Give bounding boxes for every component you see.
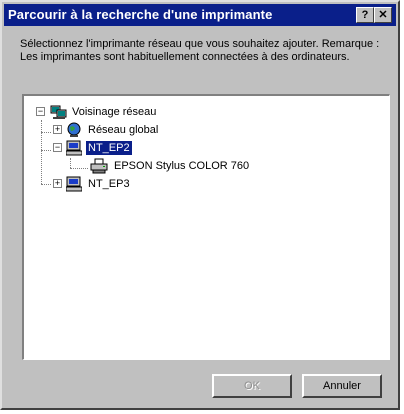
tree-connector	[41, 120, 42, 184]
tree-node-label: NT_EP3	[88, 178, 130, 190]
cancel-button[interactable]: Annuler	[302, 374, 382, 398]
network-neighborhood-icon	[50, 105, 67, 119]
tree-connector	[41, 150, 51, 151]
printer-tree[interactable]: − Voisinage réseau + Réseau global − NT_…	[22, 94, 390, 360]
tree-connector	[70, 168, 88, 169]
ok-button[interactable]: OK	[212, 374, 292, 398]
expand-toggle[interactable]: +	[53, 125, 62, 134]
computer-icon	[66, 140, 82, 156]
tree-node-label: Voisinage réseau	[72, 106, 157, 118]
close-button[interactable]: ✕	[374, 7, 392, 23]
browse-printer-dialog: Parcourir à la recherche d'une imprimant…	[0, 0, 400, 410]
globe-network-icon	[67, 122, 81, 137]
expand-toggle[interactable]: +	[53, 179, 62, 188]
printer-icon	[90, 158, 108, 174]
computer-icon	[66, 176, 82, 192]
collapse-toggle[interactable]: −	[53, 143, 62, 152]
instructions-text: Sélectionnez l'imprimante réseau que vou…	[20, 38, 380, 63]
tree-connector	[41, 132, 51, 133]
tree-connector	[70, 158, 71, 168]
tree-node-label: Réseau global	[88, 124, 159, 136]
dialog-title: Parcourir à la recherche d'une imprimant…	[8, 7, 273, 22]
tree-node-label: EPSON Stylus COLOR 760	[114, 160, 250, 172]
collapse-toggle[interactable]: −	[36, 107, 45, 116]
title-bar[interactable]: Parcourir à la recherche d'une imprimant…	[4, 4, 396, 26]
help-button[interactable]: ?	[356, 7, 374, 23]
tree-node-label: NT_EP2	[86, 141, 132, 155]
tree-connector	[41, 184, 51, 185]
